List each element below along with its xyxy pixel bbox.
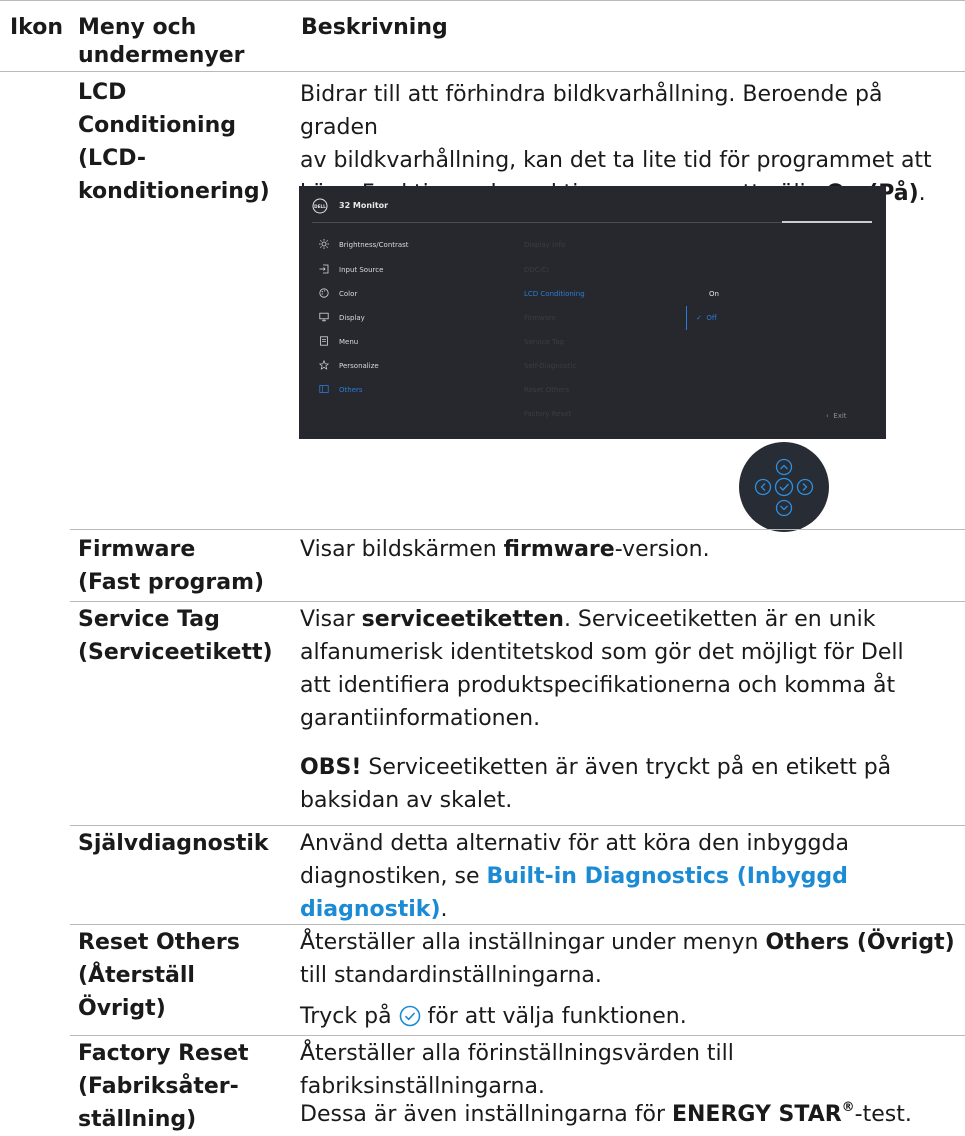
label-factory-reset: Factory Reset (Fabriksåter- ställning) — [78, 1041, 249, 1132]
rule-self-diagnostic — [70, 825, 965, 826]
osd-menu-personalize[interactable]: Personalize — [319, 360, 379, 372]
built-in-diagnostics-link[interactable]: Built-in Diagnostics (Inbyggd — [487, 864, 848, 889]
joystick-icon — [754, 458, 814, 517]
osd-option-off[interactable]: ✓ Off — [696, 312, 717, 324]
desc-self-diagnostic: Använd detta alternativ för att köra den… — [300, 831, 849, 922]
menu-icon — [320, 336, 328, 346]
energy-star-note: Dessa är även inställningarna för ENERGY… — [300, 1100, 912, 1127]
top-rule — [0, 0, 965, 1]
desc-reset-others: Återställer alla inställningar under men… — [300, 930, 955, 988]
check-icon: ✓ — [696, 314, 702, 322]
label-firmware: Firmware (Fast program) — [78, 537, 265, 595]
osd-sub-factory-reset[interactable]: Factory Reset — [524, 408, 571, 420]
osd-separator-highlight — [782, 221, 872, 223]
svg-text:DELL: DELL — [314, 204, 326, 209]
press-instruction: Tryck på för att välja funktionen. — [300, 1004, 687, 1029]
osd-menu-screenshot: DELL 32 Monitor Brightness/Contrast Inpu… — [299, 186, 886, 439]
osd-menu-others[interactable]: Others — [319, 384, 363, 396]
desc-service-tag: Visar serviceetiketten. Serviceetiketten… — [300, 607, 904, 731]
header-menu: Meny och undermenyer — [78, 15, 245, 68]
osd-sub-self-diagnostic[interactable]: Self-Diagnostic — [524, 360, 576, 372]
label-self-diagnostic: Självdiagnostik — [78, 831, 269, 856]
header-description: Beskrivning — [301, 15, 448, 40]
input-icon — [319, 264, 329, 274]
osd-sub-service-tag[interactable]: Service Tag — [524, 336, 564, 348]
header-rule — [0, 71, 965, 72]
dell-logo-icon: DELL — [312, 198, 328, 214]
osd-sub-reset-others[interactable]: Reset Others — [524, 384, 569, 396]
label-reset-others: Reset Others (Återställ Övrigt) — [78, 930, 240, 1021]
rule-firmware — [70, 529, 965, 530]
built-in-diagnostics-link-cont[interactable]: diagnostik) — [300, 897, 441, 922]
osd-sub-firmware[interactable]: Firmware — [524, 312, 556, 324]
osd-menu-color[interactable]: Color — [319, 288, 357, 300]
chevron-left-icon: ‹ — [826, 412, 829, 420]
check-circle-icon — [399, 1005, 420, 1027]
rule-service-tag — [70, 601, 965, 602]
note-service-tag: OBS! Serviceetiketten är även tryckt på … — [300, 755, 892, 813]
osd-selection-bar — [686, 306, 687, 330]
rule-factory-reset — [70, 1035, 965, 1036]
osd-menu-menu[interactable]: Menu — [319, 336, 358, 348]
others-icon — [319, 385, 329, 393]
monitor-icon — [319, 312, 329, 322]
osd-menu-display[interactable]: Display — [319, 312, 365, 324]
label-lcd-conditioning: LCD Conditioning (LCD- konditionering) — [78, 80, 270, 204]
osd-menu-input-source[interactable]: Input Source — [319, 264, 383, 276]
joystick-controller — [739, 442, 829, 532]
sun-icon — [319, 239, 329, 249]
header-ikon: Ikon — [10, 15, 64, 40]
rule-reset-others — [70, 924, 965, 925]
desc-firmware: Visar bildskärmen firmware-version. — [300, 537, 710, 562]
osd-title: 32 Monitor — [339, 201, 389, 210]
desc-factory-reset: Återställer alla förinställningsvärden t… — [300, 1041, 734, 1099]
osd-sub-ddc-ci[interactable]: DDC/CI — [524, 264, 549, 276]
label-service-tag: Service Tag (Serviceetikett) — [78, 607, 273, 665]
palette-icon — [319, 288, 329, 298]
osd-exit[interactable]: ‹ Exit — [826, 412, 847, 420]
star-icon — [319, 360, 329, 370]
osd-menu-brightness-contrast[interactable]: Brightness/Contrast — [319, 239, 409, 251]
osd-option-on[interactable]: On — [709, 288, 719, 300]
osd-sub-display-info[interactable]: Display Info — [524, 239, 565, 251]
osd-sub-lcd-conditioning[interactable]: LCD Conditioning — [524, 288, 585, 300]
